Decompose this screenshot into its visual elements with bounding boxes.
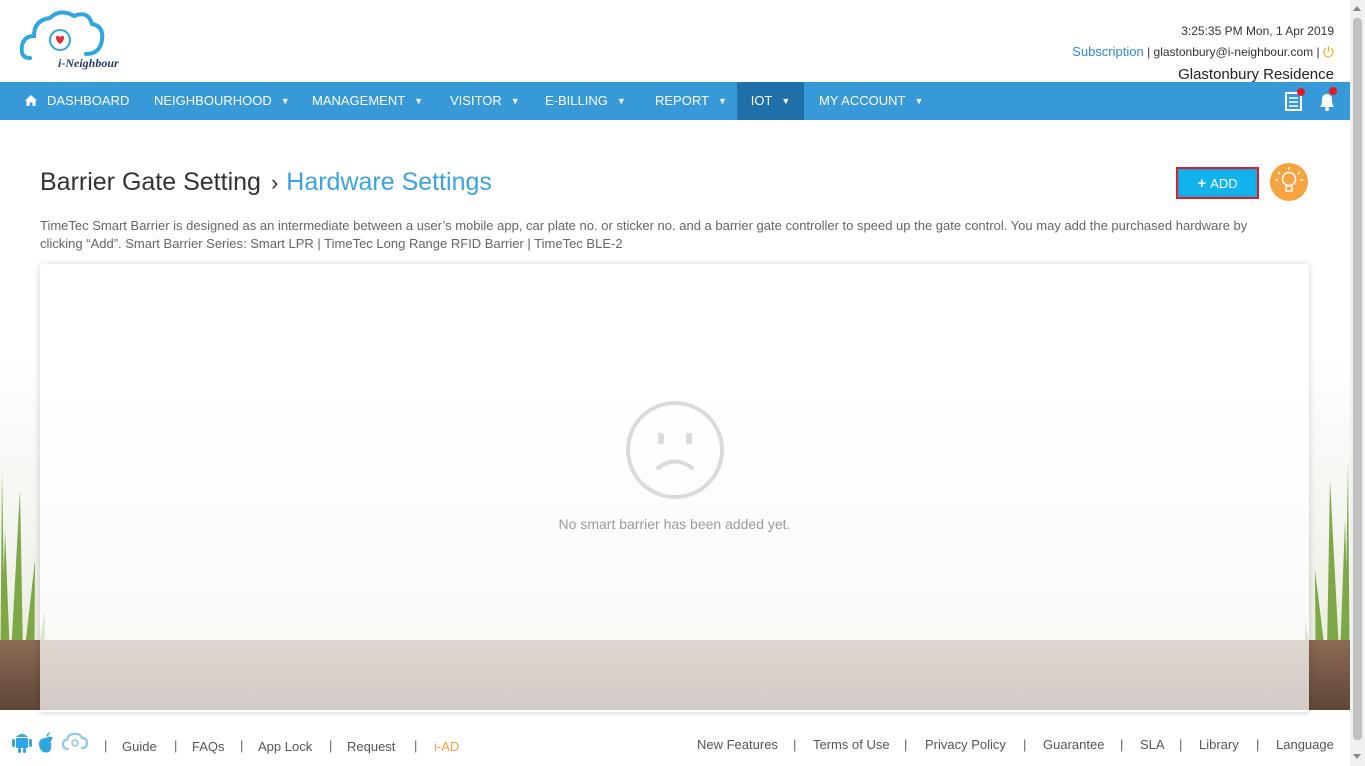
footer-link-library[interactable]: Library <box>1199 737 1239 752</box>
power-logout-icon[interactable]: ⏻ <box>1323 44 1334 61</box>
nav-item-iot[interactable]: IOT ▼ <box>737 82 804 120</box>
top-header: i-Neighbour 3:25:35 PM Mon, 1 Apr 2019 S… <box>0 0 1350 83</box>
nav-item-my-account[interactable]: MY ACCOUNT ▼ <box>819 82 923 120</box>
user-email: glastonbury@i-neighbour.com <box>1153 45 1314 59</box>
nav-item-e-billing[interactable]: E-BILLING ▼ <box>545 82 626 120</box>
footer-separator: | <box>329 738 333 753</box>
page-description: TimeTec Smart Barrier is designed as an … <box>40 218 1248 251</box>
scrollbar-thumb[interactable] <box>1353 18 1362 740</box>
add-hardware-button[interactable]: + ADD <box>1176 167 1259 199</box>
nav-item-report[interactable]: REPORT ▼ <box>655 82 727 120</box>
nav-label: REPORT <box>655 93 709 108</box>
chevron-down-icon: ▼ <box>510 96 520 106</box>
android-icon[interactable] <box>12 732 32 754</box>
nav-label: NEIGHBOURHOOD <box>154 93 272 108</box>
footer-link-privacy-policy[interactable]: Privacy Policy <box>925 737 1006 752</box>
chevron-down-icon: ▼ <box>280 96 290 106</box>
sad-face-icon <box>626 401 724 499</box>
nav-item-dashboard[interactable]: DASHBOARD <box>25 82 129 120</box>
notification-dot <box>1297 88 1305 96</box>
residence-name: Glastonbury Residence <box>1178 66 1334 83</box>
footer-link-guarantee[interactable]: Guarantee <box>1043 737 1104 752</box>
footer-link-request[interactable]: Request <box>347 739 395 754</box>
nav-label: MANAGEMENT <box>312 93 406 108</box>
nav-label: MY ACCOUNT <box>819 93 906 108</box>
scroll-up-arrow-icon[interactable] <box>1353 6 1361 11</box>
breadcrumb-current: Hardware Settings <box>286 168 492 196</box>
chevron-right-icon: › <box>270 170 279 195</box>
nav-item-neighbourhood[interactable]: NEIGHBOURHOOD ▼ <box>154 82 290 120</box>
chevron-down-icon: ▼ <box>414 96 424 106</box>
footer-separator: | <box>1120 737 1124 752</box>
notification-dot <box>1329 87 1337 95</box>
page-footer: | Guide | FAQs | App Lock | Request | i-… <box>0 716 1350 766</box>
subscription-link[interactable]: Subscription <box>1072 44 1144 59</box>
chevron-down-icon: ▼ <box>781 96 791 106</box>
home-icon <box>25 95 37 106</box>
footer-link-i-ad[interactable]: i-AD <box>434 739 459 754</box>
footer-separator: | <box>240 738 244 753</box>
footer-separator: | <box>414 738 418 753</box>
footer-separator: | <box>904 737 908 752</box>
footer-link-new-features[interactable]: New Features <box>697 737 778 752</box>
footer-separator: | <box>104 738 108 753</box>
nav-item-management[interactable]: MANAGEMENT ▼ <box>312 82 423 120</box>
footer-separator: | <box>1256 737 1260 752</box>
empty-state-message: No smart barrier has been added yet. <box>558 516 791 532</box>
chevron-down-icon: ▼ <box>616 96 626 106</box>
logo-text: i-Neighbour <box>58 56 119 70</box>
nav-item-visitor[interactable]: VISITOR ▼ <box>450 82 520 120</box>
hardware-list-panel: No smart barrier has been added yet. <box>40 264 1309 712</box>
footer-separator: | <box>793 737 797 752</box>
footer-link-terms-of-use[interactable]: Terms of Use <box>813 737 890 752</box>
main-nav: DASHBOARD NEIGHBOURHOOD ▼ MANAGEMENT ▼ VIS… <box>0 82 1350 120</box>
chevron-down-icon: ▼ <box>914 96 924 106</box>
nav-label: IOT <box>750 93 773 108</box>
footer-link-language[interactable]: Language <box>1276 737 1334 752</box>
footer-link-guide[interactable]: Guide <box>122 739 157 754</box>
scroll-down-arrow-icon[interactable] <box>1353 754 1361 759</box>
footer-separator: | <box>1023 737 1027 752</box>
plus-icon: + <box>1197 174 1207 192</box>
add-button-label: ADD <box>1210 175 1238 191</box>
cloud-app-icon[interactable] <box>62 732 88 752</box>
footer-link-app-lock[interactable]: App Lock <box>258 739 312 754</box>
footer-separator: | <box>1179 737 1183 752</box>
footer-link-sla[interactable]: SLA <box>1140 737 1165 752</box>
chevron-down-icon: ▼ <box>717 96 727 106</box>
nav-label: VISITOR <box>450 93 502 108</box>
page-scrollbar[interactable] <box>1350 0 1365 766</box>
footer-link-faqs[interactable]: FAQs <box>192 739 225 754</box>
footer-separator: | <box>174 738 178 753</box>
nav-label: DASHBOARD <box>47 93 130 108</box>
current-datetime: 3:25:35 PM Mon, 1 Apr 2019 <box>1181 24 1334 38</box>
lightbulb-tips-icon[interactable] <box>1270 163 1308 201</box>
breadcrumb-parent[interactable]: Barrier Gate Setting <box>40 168 261 196</box>
nav-label: E-BILLING <box>545 93 608 108</box>
header-user-info: 3:25:35 PM Mon, 1 Apr 2019 Subscription … <box>1072 24 1334 83</box>
page-title: Barrier Gate Setting › Hardware Settings <box>40 168 492 197</box>
apple-icon[interactable] <box>36 732 56 754</box>
